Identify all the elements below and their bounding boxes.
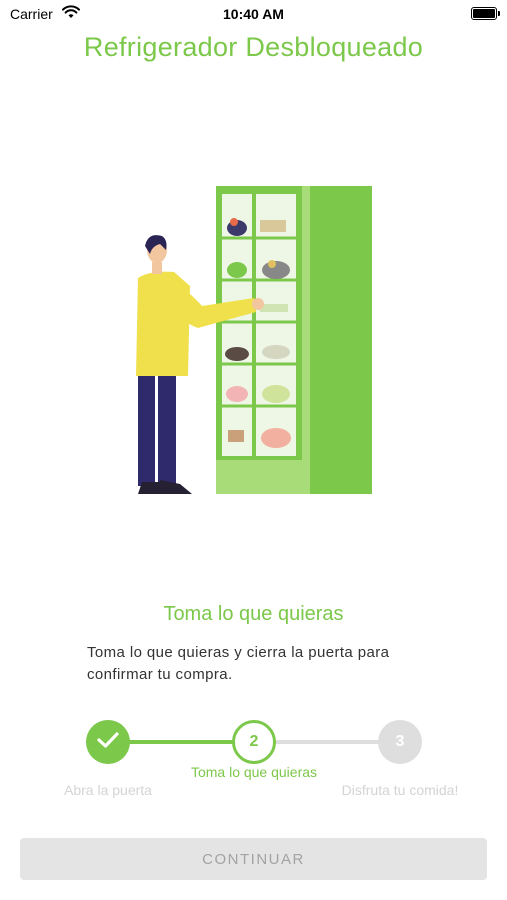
status-bar: Carrier 10:40 AM (0, 0, 507, 30)
step-3-label: Disfruta tu comida! (341, 782, 459, 798)
progress-stepper: 2 3 Abra la puerta Toma lo que quieras D… (0, 718, 507, 808)
person-at-fridge-illustration (130, 180, 380, 500)
step-heading: Toma lo que quieras (163, 603, 344, 625)
battery-icon (471, 7, 500, 20)
continue-button[interactable]: CONTINUAR (20, 838, 487, 880)
page-title: Refrigerador Desbloqueado (83, 32, 424, 62)
step-description: Toma lo que quieras y cierra la puerta p… (87, 644, 390, 683)
clock: 10:40 AM (223, 6, 284, 22)
step-2-label: Toma lo que quieras (190, 764, 318, 780)
step-1-label: Abra la puerta (64, 782, 152, 798)
step-2-current: 2 (232, 720, 276, 764)
step-3-pending: 3 (378, 720, 422, 764)
checkmark-icon (96, 730, 120, 755)
step-1-complete (86, 720, 130, 764)
